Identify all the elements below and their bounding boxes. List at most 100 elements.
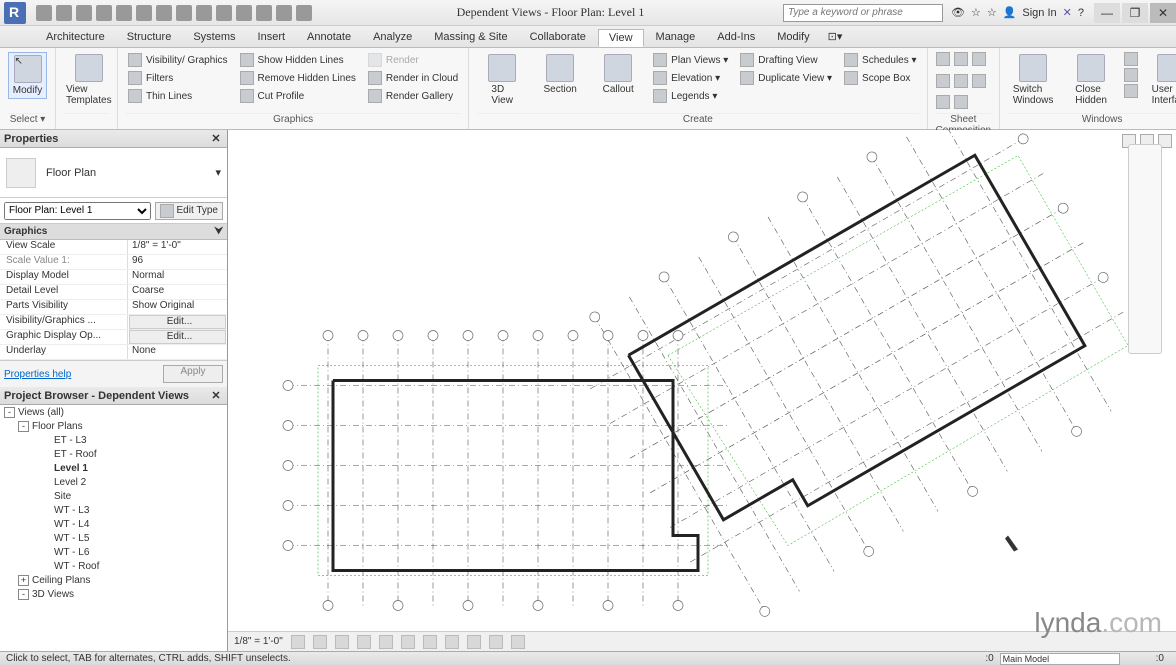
replicate-icon[interactable] xyxy=(1124,52,1138,66)
drawing-canvas[interactable] xyxy=(228,130,1176,631)
edit-type-button[interactable]: Edit Type xyxy=(155,202,223,220)
worksharing-icon[interactable] xyxy=(511,635,525,649)
property-row[interactable]: UnderlayNone xyxy=(0,345,227,360)
help-icon[interactable]: ? xyxy=(1078,7,1084,19)
tree-node[interactable]: WT - Roof xyxy=(0,559,227,573)
tree-toggle-icon[interactable]: - xyxy=(4,407,15,418)
sheet-icon-7[interactable] xyxy=(936,95,950,109)
tab-view[interactable]: View xyxy=(598,29,644,47)
qat-measure-icon[interactable] xyxy=(136,5,152,21)
scale-display[interactable]: 1/8" = 1'-0" xyxy=(234,636,283,647)
sheet-icon-2[interactable] xyxy=(954,52,968,66)
tree-node[interactable]: -Views (all) xyxy=(0,405,227,419)
qat-align-icon[interactable] xyxy=(156,5,172,21)
show-hidden-button[interactable]: Show Hidden Lines xyxy=(238,52,358,68)
switch-windows-button[interactable]: Switch Windows xyxy=(1008,52,1058,108)
group-select-label[interactable]: Select ▾ xyxy=(8,113,47,129)
property-value[interactable]: Edit... xyxy=(129,330,226,344)
property-value[interactable]: Normal xyxy=(128,270,227,284)
3d-view-button[interactable]: 3D View xyxy=(477,52,527,108)
browser-close-icon[interactable]: ✕ xyxy=(209,389,223,403)
property-row[interactable]: Parts VisibilityShow Original xyxy=(0,300,227,315)
qat-open-icon[interactable] xyxy=(36,5,52,21)
property-row[interactable]: Scale Value 1:96 xyxy=(0,255,227,270)
tree-node[interactable]: +Ceiling Plans xyxy=(0,573,227,587)
exchange-icon[interactable]: ✕ xyxy=(1063,6,1072,19)
tree-node[interactable]: Site xyxy=(0,489,227,503)
property-value[interactable]: Show Original xyxy=(128,300,227,314)
navigation-bar[interactable] xyxy=(1128,144,1162,354)
thin-lines-button[interactable]: Thin Lines xyxy=(126,88,230,104)
properties-help-link[interactable]: Properties help xyxy=(4,369,71,380)
tab-massing[interactable]: Massing & Site xyxy=(424,29,517,45)
callout-button[interactable]: Callout xyxy=(593,52,643,97)
duplicate-view-button[interactable]: Duplicate View ▾ xyxy=(738,70,834,86)
tree-node[interactable]: -3D Views xyxy=(0,587,227,601)
sheet-icon-3[interactable] xyxy=(972,52,986,66)
app-logo[interactable] xyxy=(4,2,26,24)
tree-node[interactable]: WT - L4 xyxy=(0,517,227,531)
reveal-hidden-icon[interactable] xyxy=(489,635,503,649)
tree-toggle-icon[interactable]: - xyxy=(18,589,29,600)
tab-collaborate[interactable]: Collaborate xyxy=(520,29,596,45)
close-hidden-button[interactable]: Close Hidden xyxy=(1066,52,1116,108)
legends-button[interactable]: Legends ▾ xyxy=(651,88,730,104)
qat-print-icon[interactable] xyxy=(116,5,132,21)
properties-header[interactable]: Properties ✕ xyxy=(0,130,227,148)
properties-close-icon[interactable]: ✕ xyxy=(209,132,223,146)
tab-annotate[interactable]: Annotate xyxy=(297,29,361,45)
tree-toggle-icon[interactable]: + xyxy=(18,575,29,586)
property-value[interactable]: 1/8" = 1'-0" xyxy=(128,240,227,254)
plan-views-button[interactable]: Plan Views ▾ xyxy=(651,52,730,68)
graphics-category[interactable]: Graphics⮟ xyxy=(0,224,227,240)
search-input[interactable] xyxy=(783,4,943,22)
detail-level-icon[interactable] xyxy=(291,635,305,649)
render-gallery-button[interactable]: Render Gallery xyxy=(366,88,460,104)
tab-structure[interactable]: Structure xyxy=(117,29,182,45)
property-row[interactable]: Visibility/Graphics ...Edit... xyxy=(0,315,227,330)
type-selector[interactable]: Floor Plan ▾ xyxy=(0,148,227,198)
property-value[interactable]: Edit... xyxy=(129,315,226,329)
user-icon[interactable]: 👤 xyxy=(1003,6,1017,19)
user-interface-button[interactable]: User Interface xyxy=(1146,52,1176,108)
apply-button[interactable]: Apply xyxy=(163,365,223,383)
property-value[interactable]: None xyxy=(128,345,227,359)
lock-3d-icon[interactable] xyxy=(445,635,459,649)
crop-view-icon[interactable] xyxy=(401,635,415,649)
tree-node[interactable]: WT - L5 xyxy=(0,531,227,545)
tree-node[interactable]: Level 2 xyxy=(0,475,227,489)
sheet-icon-4[interactable] xyxy=(936,74,950,88)
tab-manage[interactable]: Manage xyxy=(646,29,706,45)
cut-profile-button[interactable]: Cut Profile xyxy=(238,88,358,104)
rendering-icon[interactable] xyxy=(379,635,393,649)
tree-node[interactable]: -Floor Plans xyxy=(0,419,227,433)
browser-header[interactable]: Project Browser - Dependent Views ✕ xyxy=(0,387,227,405)
schedules-button[interactable]: Schedules ▾ xyxy=(842,52,919,68)
tree-node[interactable]: WT - L6 xyxy=(0,545,227,559)
tab-insert[interactable]: Insert xyxy=(248,29,296,45)
favorites-icon[interactable]: ☆ xyxy=(971,6,981,19)
remove-hidden-button[interactable]: Remove Hidden Lines xyxy=(238,70,358,86)
drafting-view-button[interactable]: Drafting View xyxy=(738,52,834,68)
recent-icon[interactable]: ☆ xyxy=(987,6,997,19)
tree-toggle-icon[interactable]: - xyxy=(18,421,29,432)
sun-path-icon[interactable] xyxy=(335,635,349,649)
tab-addins[interactable]: Add-Ins xyxy=(707,29,765,45)
qat-grid-icon[interactable] xyxy=(276,5,292,21)
maximize-button[interactable]: ❐ xyxy=(1122,3,1148,23)
close-button[interactable]: ✕ xyxy=(1150,3,1176,23)
qat-text-icon[interactable] xyxy=(176,5,192,21)
qat-undo-icon[interactable] xyxy=(76,5,92,21)
filters-button[interactable]: Filters xyxy=(126,70,230,86)
shadows-icon[interactable] xyxy=(357,635,371,649)
property-row[interactable]: Display ModelNormal xyxy=(0,270,227,285)
sheet-icon-1[interactable] xyxy=(936,52,950,66)
tab-modify[interactable]: Modify xyxy=(767,29,819,45)
tile-icon[interactable] xyxy=(1124,84,1138,98)
crop-region-icon[interactable] xyxy=(423,635,437,649)
tab-options-icon[interactable]: ⊡▾ xyxy=(828,30,843,43)
main-model-selector[interactable]: Main Model xyxy=(1000,653,1120,665)
sheet-icon-6[interactable] xyxy=(972,74,986,88)
elevation-button[interactable]: Elevation ▾ xyxy=(651,70,730,86)
visibility-graphics-button[interactable]: Visibility/ Graphics xyxy=(126,52,230,68)
